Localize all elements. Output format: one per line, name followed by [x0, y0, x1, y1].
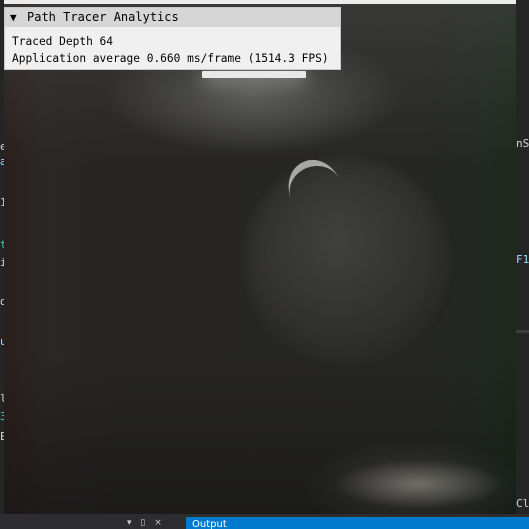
- analytics-panel-titlebar[interactable]: ▼ Path Tracer Analytics: [5, 8, 340, 27]
- analytics-panel[interactable]: ▼ Path Tracer Analytics Traced Depth 64 …: [4, 7, 341, 70]
- glass-sphere: [240, 154, 456, 370]
- right-edge-code-fragment: F1: [516, 253, 529, 266]
- ide-panel-controls: ▾ ▯ ×: [127, 518, 177, 529]
- pin-icon[interactable]: ▯: [140, 518, 145, 528]
- frame-stats-text: Application average 0.660 ms/frame (1514…: [12, 52, 329, 65]
- collapse-arrow-icon[interactable]: ▼: [10, 8, 24, 27]
- close-icon[interactable]: ×: [154, 518, 162, 528]
- output-tab[interactable]: Output: [186, 517, 529, 529]
- ceiling-light: [202, 71, 306, 78]
- path-tracer-viewport[interactable]: [4, 4, 516, 514]
- floor-light-patch: [334, 459, 504, 509]
- dropdown-icon[interactable]: ▾: [127, 518, 132, 528]
- analytics-panel-title: Path Tracer Analytics: [27, 10, 179, 24]
- traced-depth-text: Traced Depth 64: [12, 35, 114, 48]
- ide-right-separator: [516, 330, 529, 333]
- right-edge-code-fragment: nS: [516, 137, 529, 150]
- right-edge-code-fragment: Cl: [516, 497, 529, 510]
